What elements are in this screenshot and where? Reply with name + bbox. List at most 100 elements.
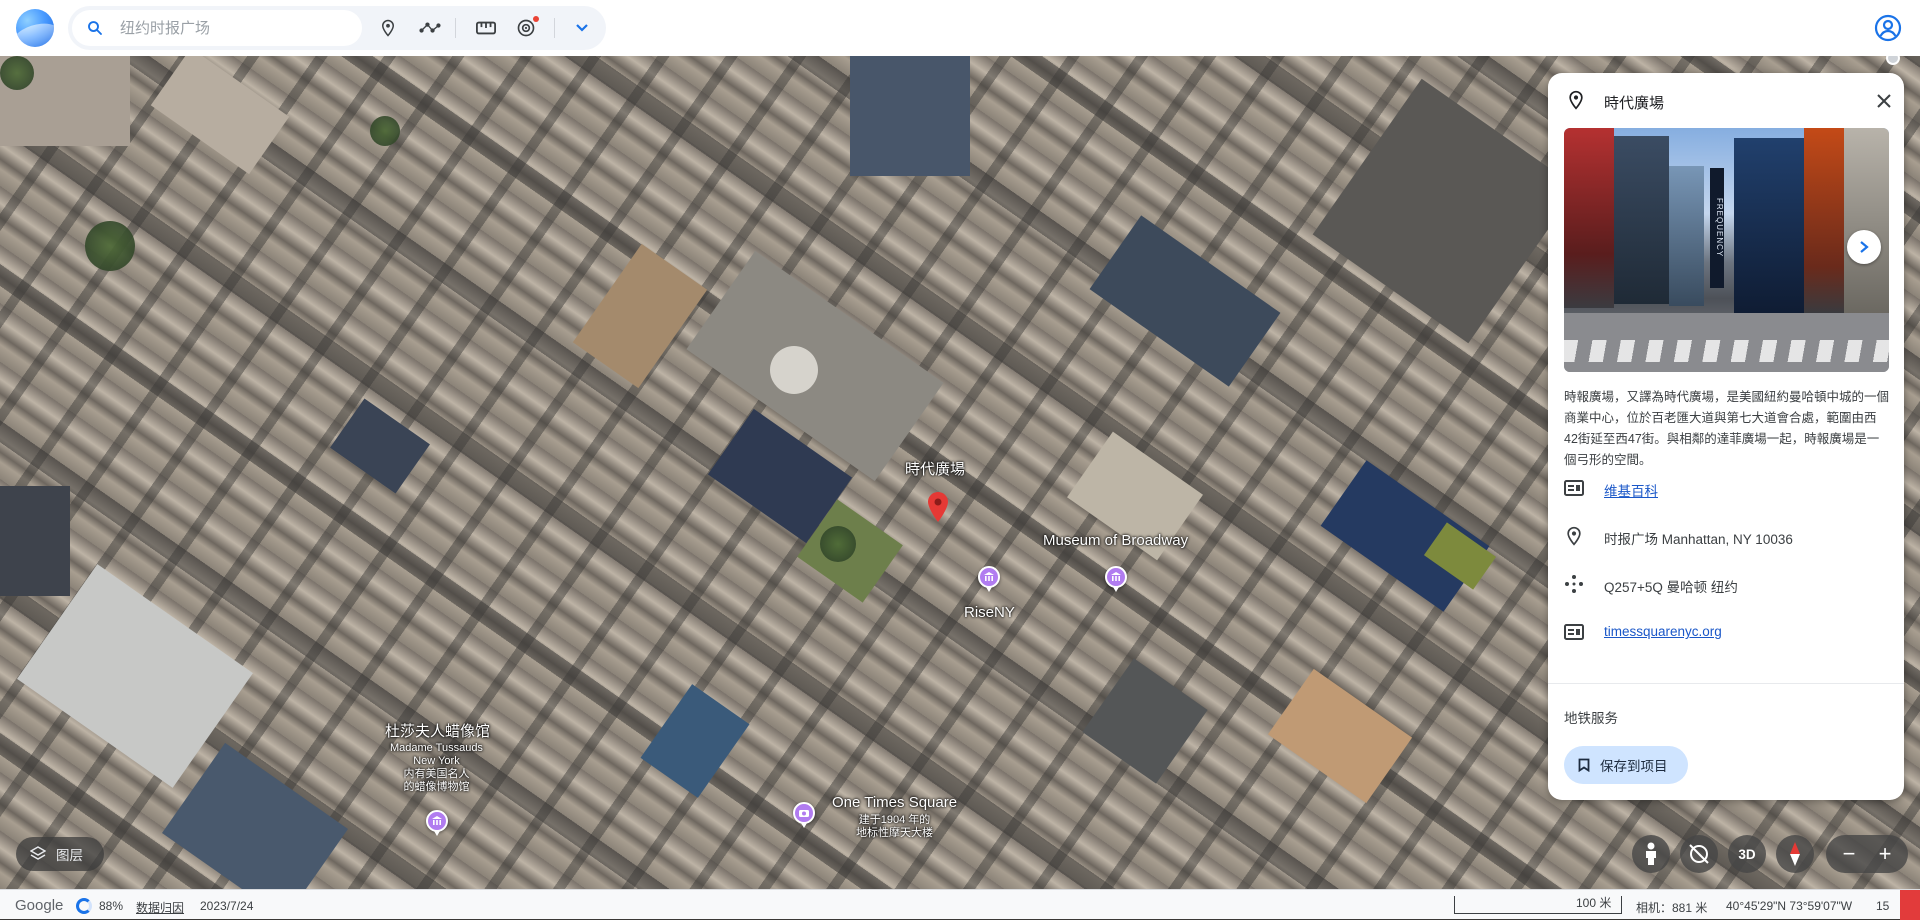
place-info-panel: 時代廣場 FREQUENCY 時報廣場，又譯為時代廣場，是美國紐約曼哈頓中城的一… bbox=[1548, 73, 1904, 800]
photo-sign: FREQUENCY bbox=[1710, 168, 1724, 288]
plus-code-row[interactable]: Q257+5Q 曼哈顿 纽约 bbox=[1548, 564, 1904, 604]
tree bbox=[370, 116, 400, 146]
layers-icon bbox=[30, 846, 46, 860]
pegman-icon bbox=[1646, 842, 1656, 865]
label-line: 建于1904 年的 bbox=[858, 814, 931, 826]
next-photo-button[interactable] bbox=[1847, 230, 1881, 264]
map-label-madame-tussauds[interactable]: 杜莎夫人蜡像馆 bbox=[385, 720, 490, 741]
address-row[interactable]: 时报广场 Manhattan, NY 10036 bbox=[1548, 516, 1904, 556]
location-pin-icon bbox=[1567, 526, 1581, 546]
building bbox=[150, 56, 290, 175]
place-photo[interactable]: FREQUENCY bbox=[1564, 128, 1889, 372]
location-pin-icon[interactable] bbox=[928, 492, 948, 522]
photo-building bbox=[1564, 128, 1614, 308]
panel-header: 時代廣場 bbox=[1548, 73, 1904, 129]
tree bbox=[85, 221, 135, 271]
status-bar: Google 88% 数据归因 2023/7/24 100 米 相机：881 米… bbox=[0, 889, 1920, 920]
reset-tilt-button[interactable] bbox=[1680, 835, 1718, 873]
data-attribution-link[interactable]: 数据归因 bbox=[136, 899, 184, 916]
save-to-project-button[interactable]: 保存到项目 bbox=[1564, 746, 1688, 784]
historical-imagery-button[interactable] bbox=[512, 14, 540, 42]
bookmark-icon bbox=[1578, 758, 1590, 772]
wikipedia-row[interactable]: 维基百科 bbox=[1548, 468, 1904, 508]
subway-section-title: 地铁服务 bbox=[1564, 711, 1618, 726]
map-label-museum-of-broadway[interactable]: Museum of Broadway bbox=[1043, 532, 1188, 549]
address-text: 时报广场 Manhattan, NY 10036 bbox=[1604, 532, 1793, 547]
toolbar bbox=[68, 6, 606, 50]
photo-building bbox=[1804, 128, 1844, 313]
notification-dot bbox=[533, 16, 539, 22]
toggle-3d-button[interactable]: 3D bbox=[1728, 835, 1766, 873]
imagery-date: 2023/7/24 bbox=[200, 899, 254, 913]
map-label-riseny[interactable]: RiseNY bbox=[964, 604, 1015, 621]
layers-button[interactable]: 图层 bbox=[16, 837, 104, 871]
path-icon bbox=[419, 22, 441, 33]
search-input[interactable] bbox=[120, 10, 350, 46]
photo-building bbox=[1844, 128, 1889, 316]
place-description: 時報廣場，又譯為時代廣場，是美國紐約曼哈頓中城的一個商業中心，位於百老匯大道與第… bbox=[1564, 390, 1890, 467]
loading-percent: 88% bbox=[99, 899, 124, 913]
compass-button[interactable] bbox=[1776, 835, 1814, 873]
museum-icon bbox=[1111, 572, 1121, 581]
photo-building bbox=[1669, 166, 1704, 306]
3d-label: 3D bbox=[1738, 846, 1756, 862]
location-pin-icon bbox=[1569, 90, 1583, 110]
label-line: 内有美国名人 bbox=[403, 768, 470, 780]
building bbox=[640, 684, 750, 798]
building bbox=[162, 742, 348, 889]
measure-button[interactable] bbox=[472, 14, 500, 42]
zoom-out-button[interactable]: − bbox=[1836, 841, 1862, 867]
chevron-right-icon bbox=[1860, 241, 1869, 253]
map-label-one-times-square[interactable]: One Times Square bbox=[832, 794, 957, 811]
account-icon[interactable] bbox=[1874, 14, 1902, 42]
photo-crosswalk bbox=[1564, 340, 1889, 362]
toolbar-divider bbox=[554, 18, 555, 38]
feedback-flag-icon[interactable] bbox=[1900, 890, 1920, 920]
article-icon bbox=[1564, 624, 1584, 640]
plus-code-text: Q257+5Q 曼哈顿 纽约 bbox=[1604, 580, 1738, 595]
toolbar-divider bbox=[455, 18, 456, 38]
building bbox=[1267, 668, 1413, 804]
save-button-label: 保存到项目 bbox=[1600, 759, 1668, 774]
tree bbox=[820, 526, 856, 562]
coordinates: 40°45'29"N 73°59'07"W bbox=[1726, 899, 1853, 913]
camera-icon bbox=[799, 810, 809, 817]
label-line: 的蜡像博物馆 bbox=[403, 781, 470, 793]
poi-museum-icon[interactable] bbox=[426, 810, 448, 836]
building bbox=[0, 486, 70, 596]
close-icon[interactable] bbox=[1876, 93, 1892, 109]
label-line: 地标性摩天大楼 bbox=[856, 827, 933, 839]
website-link[interactable]: timessquarenyc.org bbox=[1604, 624, 1722, 639]
building bbox=[1312, 78, 1578, 344]
zoom-in-button[interactable]: + bbox=[1872, 841, 1898, 867]
website-row[interactable]: timessquarenyc.org bbox=[1548, 612, 1904, 652]
add-placemark-button[interactable] bbox=[374, 14, 402, 42]
building bbox=[330, 398, 430, 494]
poi-museum-icon[interactable] bbox=[1105, 566, 1127, 592]
no-tilt-icon bbox=[1689, 844, 1709, 864]
layers-label: 图层 bbox=[56, 848, 83, 863]
street-view-button[interactable] bbox=[1632, 835, 1670, 873]
camera-altitude: 相机：881 米 bbox=[1636, 901, 1708, 915]
search-box[interactable] bbox=[72, 10, 362, 46]
label-line: New York bbox=[413, 755, 460, 767]
wikipedia-link[interactable]: 维基百科 bbox=[1604, 480, 1658, 500]
building bbox=[770, 346, 818, 394]
panel-title: 時代廣場 bbox=[1604, 95, 1665, 112]
map-label-one-times-square-detail: 建于1904 年的 地标性摩天大楼 bbox=[856, 814, 933, 840]
map-label-times-square[interactable]: 時代廣場 bbox=[905, 458, 965, 479]
ruler-icon bbox=[476, 21, 496, 35]
building bbox=[1089, 215, 1281, 387]
more-tools-button[interactable] bbox=[568, 14, 596, 42]
google-earth-logo-icon[interactable] bbox=[16, 9, 54, 47]
search-icon[interactable] bbox=[86, 19, 104, 37]
poi-museum-icon[interactable] bbox=[978, 566, 1000, 592]
article-icon bbox=[1564, 480, 1584, 496]
label-line: Madame Tussauds bbox=[390, 742, 483, 754]
top-bar bbox=[0, 0, 1920, 56]
elevation: 15 bbox=[1876, 899, 1890, 913]
loading-progress-icon bbox=[76, 898, 92, 914]
building bbox=[1082, 658, 1208, 784]
draw-path-button[interactable] bbox=[416, 14, 444, 42]
poi-camera-icon[interactable] bbox=[793, 802, 815, 828]
